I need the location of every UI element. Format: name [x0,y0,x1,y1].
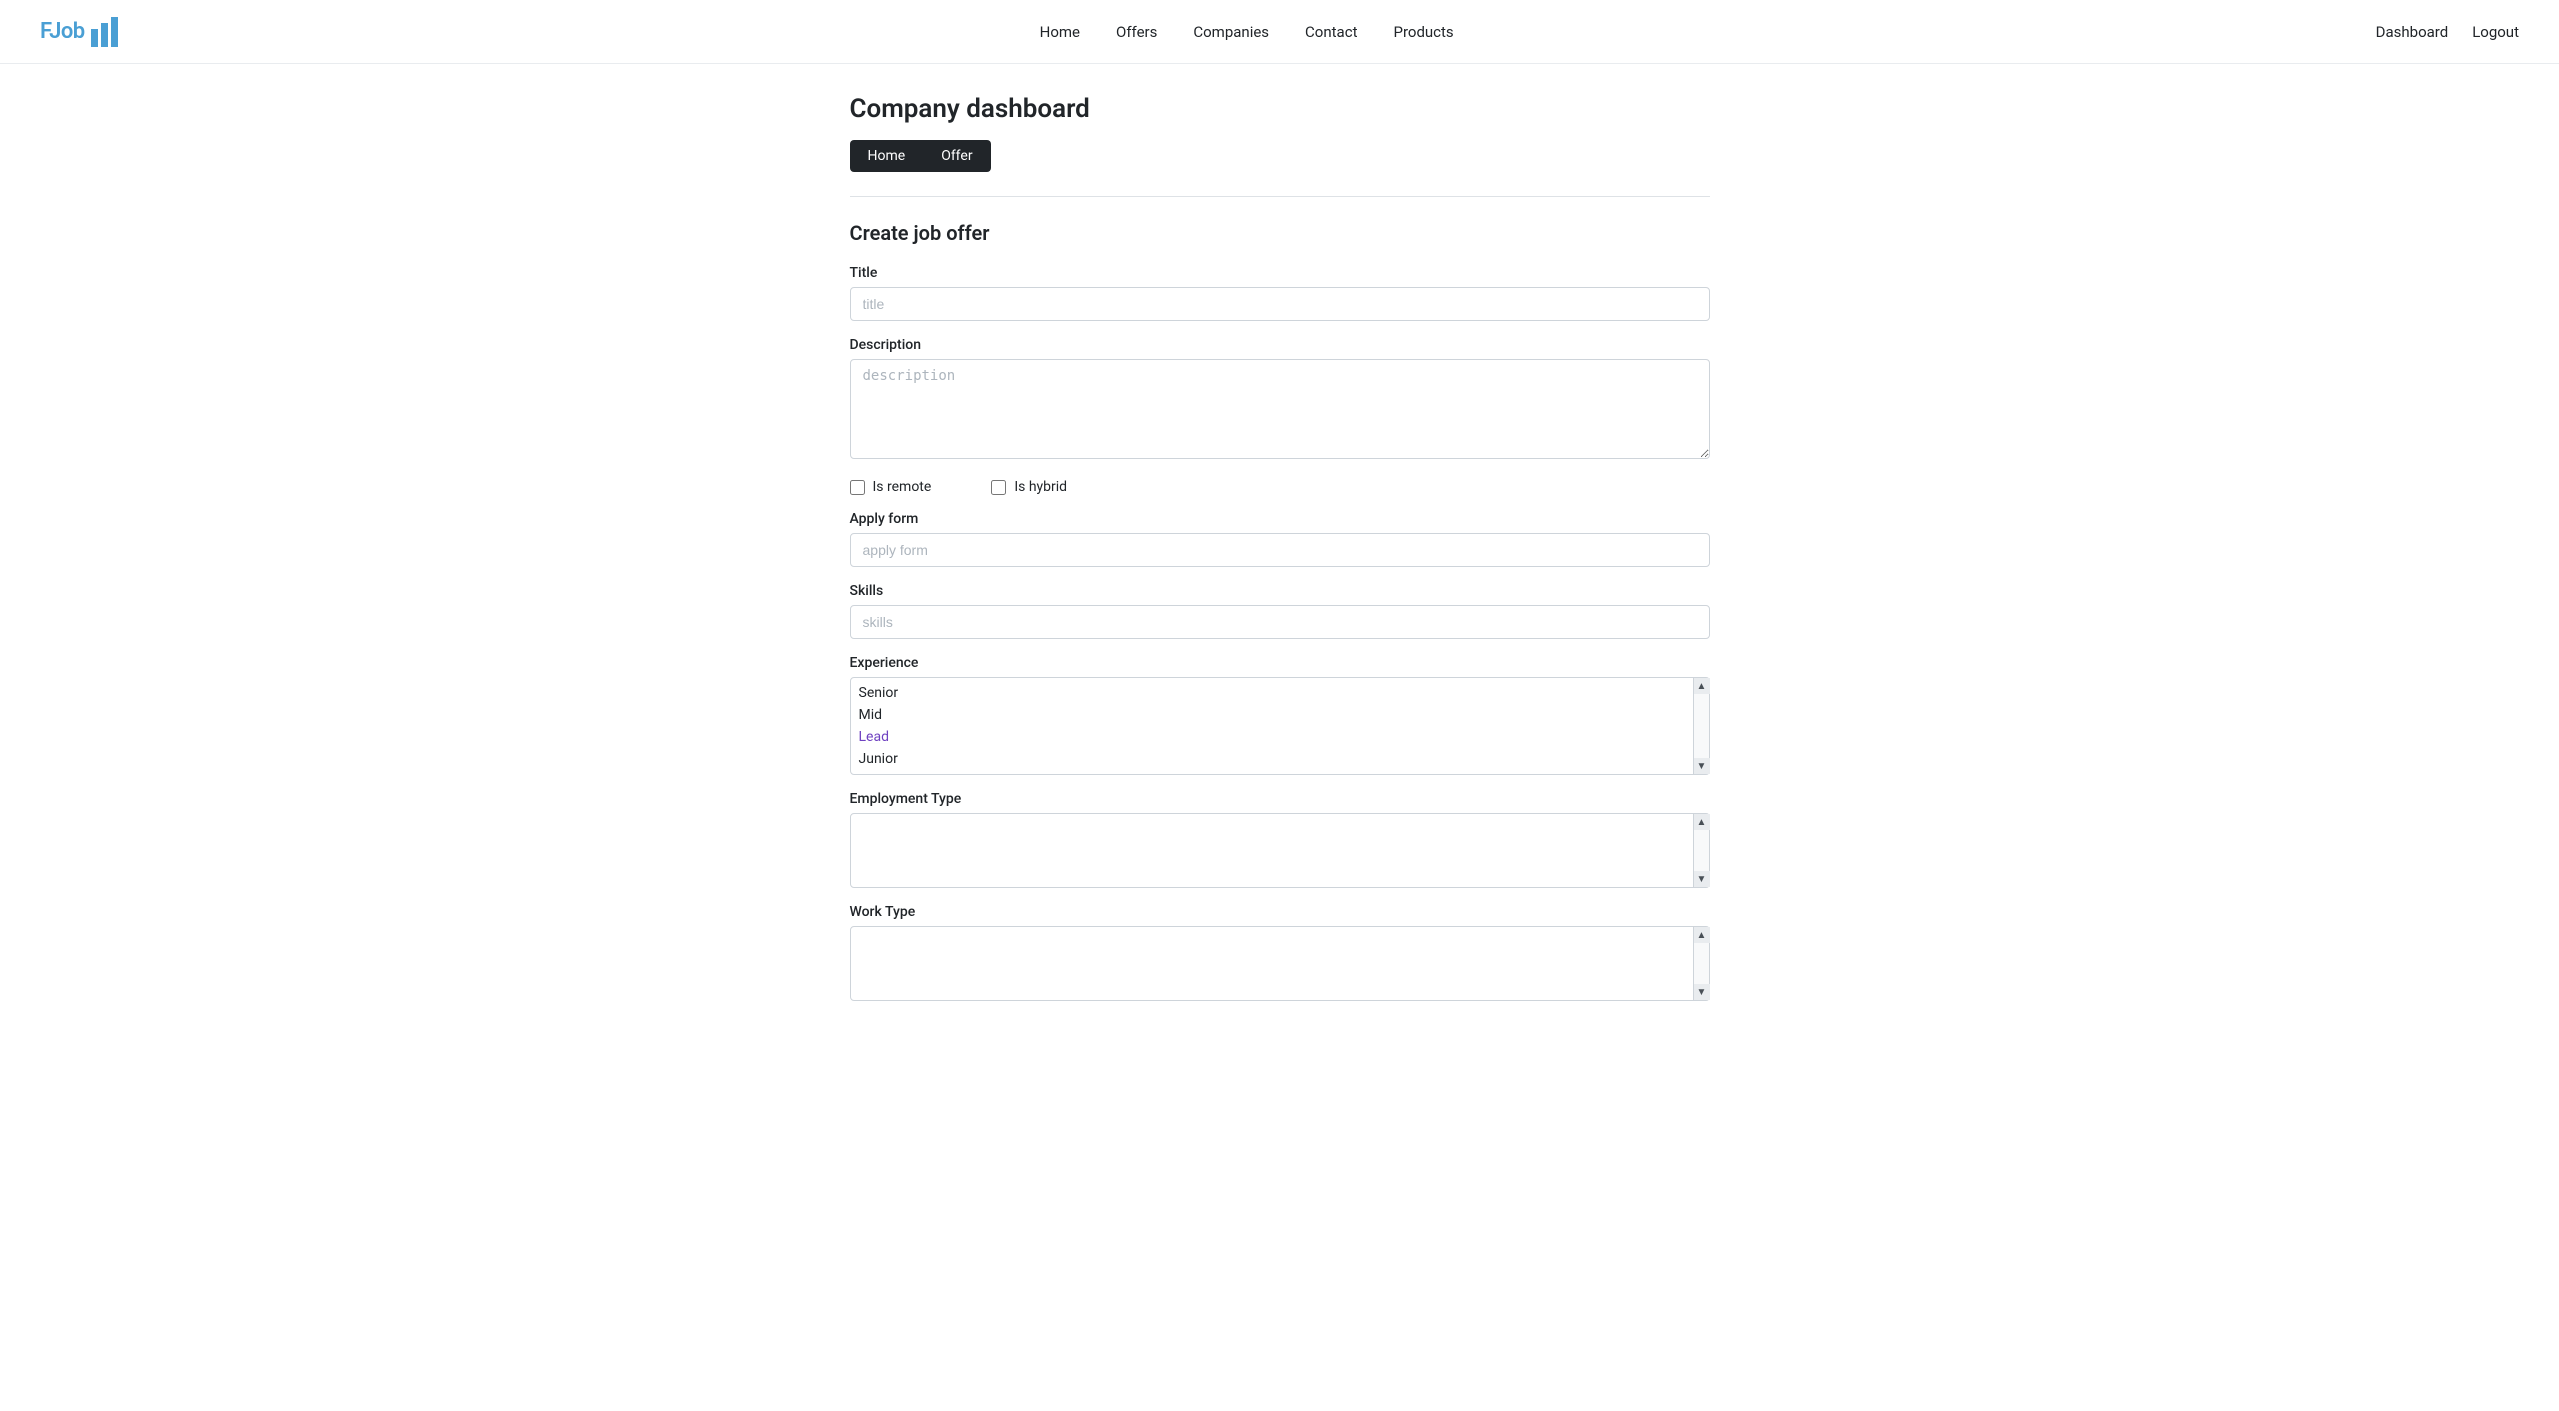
work-type-scroll-track [1694,943,1709,984]
skills-input[interactable] [850,605,1710,639]
apply-form-group: Apply form [850,511,1710,567]
checkbox-row: Is remote Is hybrid [850,479,1710,495]
experience-scroll-up-btn[interactable]: ▲ [1694,678,1710,694]
experience-label: Experience [850,655,1710,671]
experience-option-senior[interactable]: Senior [851,682,1709,704]
bar-1-icon [91,29,98,47]
brand-name: FJob [40,19,85,44]
employment-type-group: Employment Type ▲ ▼ [850,791,1710,888]
experience-group: Experience Senior Mid Lead Junior ▲ ▼ [850,655,1710,775]
experience-listbox-wrapper: Senior Mid Lead Junior ▲ ▼ [850,677,1710,775]
apply-form-input[interactable] [850,533,1710,567]
is-remote-checkbox[interactable] [850,480,865,495]
employment-type-scroll-up-btn[interactable]: ▲ [1694,814,1710,830]
experience-option-lead[interactable]: Lead [851,726,1709,748]
employment-type-scrollbar: ▲ ▼ [1693,814,1709,887]
breadcrumb-item-offer[interactable]: Offer [923,140,990,172]
apply-form-label: Apply form [850,511,1710,527]
employment-type-listbox-wrapper: ▲ ▼ [850,813,1710,888]
brand-logo[interactable]: FJob [40,17,118,47]
skills-label: Skills [850,583,1710,599]
is-remote-checkbox-label[interactable]: Is remote [850,479,932,495]
page-title: Company dashboard [850,94,1710,124]
title-label: Title [850,265,1710,281]
form-section-title: Create job offer [850,221,1710,245]
is-hybrid-label: Is hybrid [1014,479,1067,495]
title-input[interactable] [850,287,1710,321]
work-type-label: Work Type [850,904,1710,920]
divider [850,196,1710,197]
description-group: Description [850,337,1710,463]
navbar-right-links: Dashboard Logout [2376,23,2519,41]
experience-scroll-track [1694,694,1709,758]
work-type-listbox-wrapper: ▲ ▼ [850,926,1710,1001]
nav-link-dashboard[interactable]: Dashboard [2376,23,2449,41]
main-content: Company dashboard Home Offer Create job … [830,64,1730,1047]
employment-type-listbox[interactable] [851,814,1709,884]
navbar: FJob Home Offers Companies Contact Produ… [0,0,2559,64]
nav-link-logout[interactable]: Logout [2472,23,2519,41]
work-type-scroll-up-btn[interactable]: ▲ [1694,927,1710,943]
is-remote-label: Is remote [873,479,932,495]
experience-option-junior[interactable]: Junior [851,748,1709,770]
nav-link-companies[interactable]: Companies [1193,23,1269,41]
navbar-center-links: Home Offers Companies Contact Products [1040,23,1454,41]
work-type-group: Work Type ▲ ▼ [850,904,1710,1001]
nav-link-offers[interactable]: Offers [1116,23,1157,41]
nav-link-home[interactable]: Home [1040,23,1080,41]
is-hybrid-checkbox[interactable] [991,480,1006,495]
work-type-listbox[interactable] [851,927,1709,997]
nav-link-products[interactable]: Products [1393,23,1453,41]
work-type-scroll-down-btn[interactable]: ▼ [1694,984,1710,1000]
experience-scroll-down-btn[interactable]: ▼ [1694,758,1710,774]
employment-type-scroll-down-btn[interactable]: ▼ [1694,871,1710,887]
brand-bars-icon [91,17,118,47]
employment-type-scroll-track [1694,830,1709,871]
breadcrumb-item-home[interactable]: Home [850,140,924,172]
nav-link-contact[interactable]: Contact [1305,23,1357,41]
bar-2-icon [101,23,108,47]
skills-group: Skills [850,583,1710,639]
description-label: Description [850,337,1710,353]
experience-option-mid[interactable]: Mid [851,704,1709,726]
work-type-scrollbar: ▲ ▼ [1693,927,1709,1000]
breadcrumb: Home Offer [850,140,991,172]
experience-scrollbar: ▲ ▼ [1693,678,1709,774]
experience-listbox[interactable]: Senior Mid Lead Junior [851,678,1709,774]
title-group: Title [850,265,1710,321]
bar-3-icon [111,17,118,47]
description-input[interactable] [850,359,1710,459]
employment-type-label: Employment Type [850,791,1710,807]
is-hybrid-checkbox-label[interactable]: Is hybrid [991,479,1067,495]
